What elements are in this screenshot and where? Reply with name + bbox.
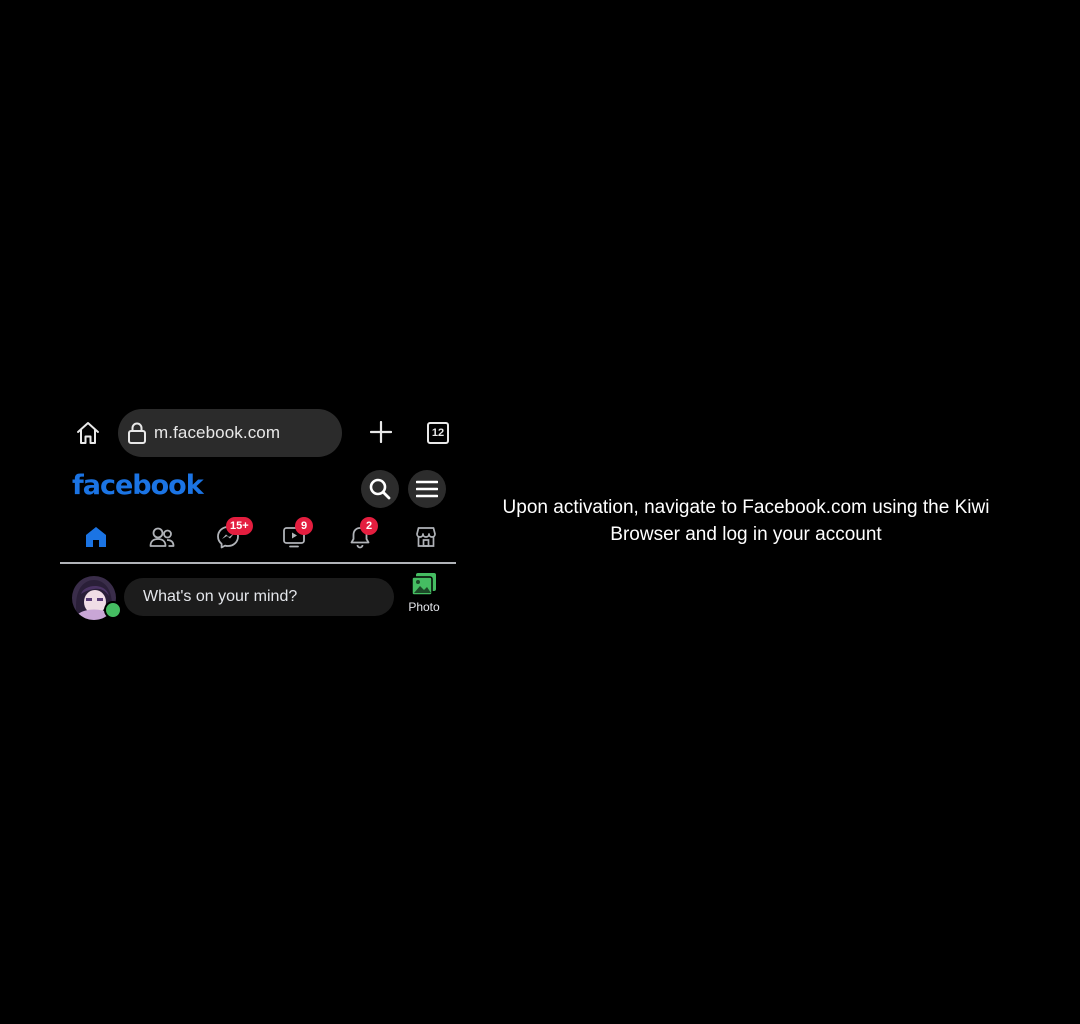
menu-icon — [416, 480, 438, 498]
facebook-header: facebook — [60, 466, 456, 512]
facebook-nav-tabs: 15+ 9 2 — [60, 514, 456, 564]
address-bar[interactable]: m.facebook.com — [118, 409, 342, 457]
search-icon — [369, 478, 391, 500]
photo-label: Photo — [408, 600, 440, 614]
menu-button[interactable] — [408, 470, 446, 508]
notifications-badge: 2 — [360, 517, 378, 535]
tab-home[interactable] — [80, 522, 112, 552]
tab-friends[interactable] — [146, 522, 178, 552]
home-icon — [86, 527, 106, 547]
browser-home-button[interactable] — [74, 419, 102, 447]
messages-badge: 15+ — [226, 517, 253, 535]
plus-icon — [370, 421, 392, 443]
home-icon — [77, 422, 99, 444]
lock-icon — [126, 421, 148, 445]
search-button[interactable] — [361, 470, 399, 508]
watch-badge: 9 — [295, 517, 313, 535]
screen: m.facebook.com 12 facebook 15+ 9 2 What'… — [0, 0, 1080, 1024]
instruction-text: Upon activation, navigate to Facebook.co… — [502, 497, 990, 545]
friends-icon — [149, 527, 175, 547]
facebook-logo[interactable]: facebook — [72, 470, 204, 501]
tab-marketplace[interactable] — [410, 522, 442, 552]
tab-watch[interactable]: 9 — [278, 517, 313, 552]
online-status-dot — [104, 601, 122, 619]
photo-button[interactable]: Photo — [402, 572, 446, 622]
tab-count: 12 — [431, 427, 445, 439]
tab-notifications[interactable]: 2 — [344, 517, 378, 552]
post-composer: What's on your mind? Photo — [60, 570, 456, 626]
whats-on-your-mind-input[interactable]: What's on your mind? — [124, 578, 394, 616]
photo-icon — [411, 573, 436, 596]
url-text: m.facebook.com — [154, 423, 281, 442]
browser-toolbar: m.facebook.com 12 — [60, 408, 456, 458]
marketplace-icon — [416, 527, 436, 547]
new-tab-button[interactable] — [368, 419, 394, 445]
composer-placeholder: What's on your mind? — [143, 588, 298, 605]
tab-messages[interactable]: 15+ — [212, 517, 253, 552]
tab-switcher-button[interactable]: 12 — [427, 422, 449, 444]
